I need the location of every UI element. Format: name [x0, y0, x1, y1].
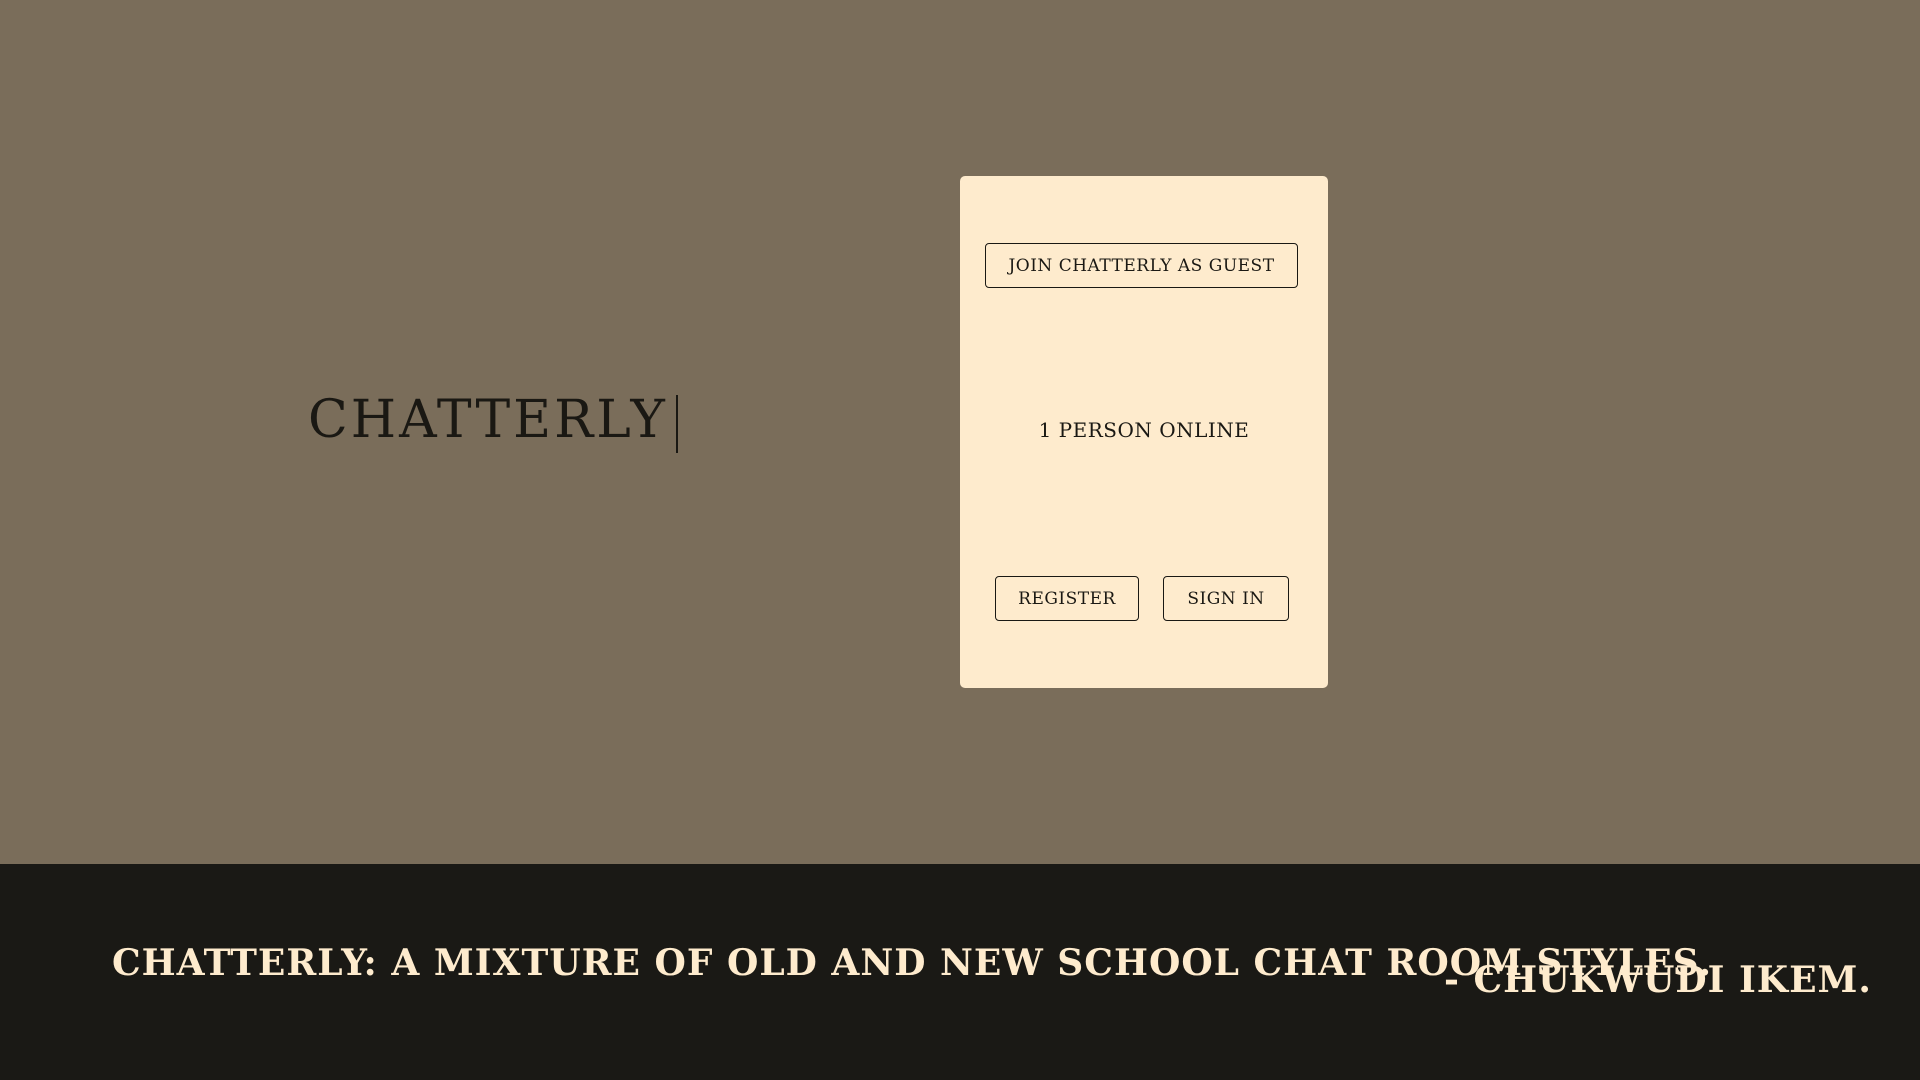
logo-text: CHATTERLY	[308, 390, 668, 450]
sign-in-button[interactable]: SIGN IN	[1163, 576, 1289, 621]
main-area: CHATTERLY JOIN CHATTERLY AS GUEST 1 PERS…	[0, 0, 1920, 864]
login-card: JOIN CHATTERLY AS GUEST 1 PERSON ONLINE …	[960, 176, 1328, 688]
register-button[interactable]: REGISTER	[995, 576, 1139, 621]
online-count: 1 PERSON ONLINE	[1038, 418, 1250, 442]
footer: CHATTERLY: A MIXTURE OF OLD AND NEW SCHO…	[0, 864, 1920, 1080]
join-as-guest-button[interactable]: JOIN CHATTERLY AS GUEST	[985, 243, 1298, 288]
footer-author: - CHUKWUDI IKEM.	[1444, 959, 1872, 1001]
page: CHATTERLY JOIN CHATTERLY AS GUEST 1 PERS…	[0, 0, 1920, 1080]
text-cursor	[675, 395, 678, 453]
logo: CHATTERLY	[308, 390, 678, 453]
